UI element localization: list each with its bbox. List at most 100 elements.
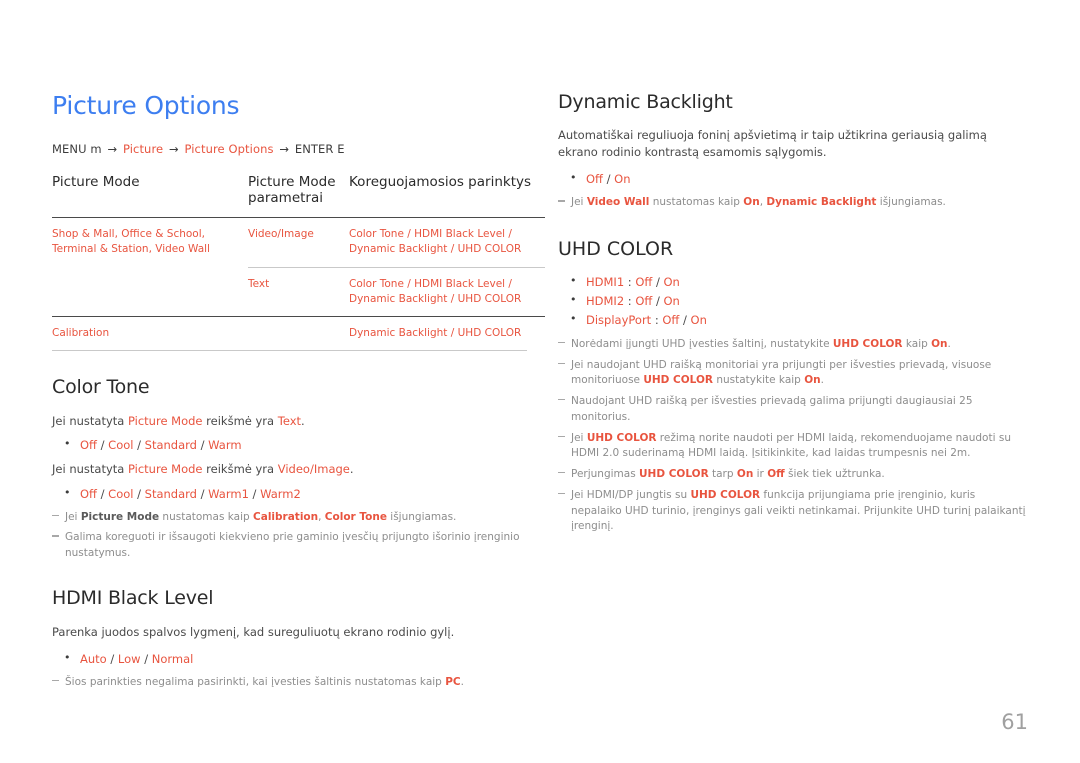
uhd-b3-sep: : [651,312,663,327]
uhd-b2-opt1: Off [635,293,653,308]
uhd-n4-b1: UHD COLOR [586,431,657,444]
uhd-n1-p1: Norėdami įjungti UHD įvesties šaltinį, n… [571,337,833,350]
breadcrumb-arrow-3: → [279,141,290,156]
uhd-b3-opt1: Off [662,312,680,327]
uhd-n1-p3: . [947,337,951,350]
uhd-n2-b2: On [804,374,821,387]
list-item: DisplayPort : Off / On [558,310,1028,330]
breadcrumb-item-picture-options: Picture Options [184,141,274,156]
cell-options-3: Dynamic Backlight / UHD COLOR [349,316,545,351]
uhd-b2-sep: : [624,293,636,308]
section-color-tone: Color Tone Jei nustatyta Picture Mode re… [52,376,527,562]
db-n-p4: išjungiamas. [876,196,946,209]
hdmi-black-level-notes: Šios parinkties negalima pasirinkti, kai… [52,675,527,691]
ct-l1-hl1: Picture Mode [127,414,203,429]
cell-options-1: Color Tone / HDMI Black Level / Dynamic … [349,228,522,256]
uhd-n6-b1: UHD COLOR [690,488,761,501]
table-row: Shop & Mall, Office & School, Terminal &… [52,218,545,267]
hbl-n-p1: Šios parinkties negalima pasirinkti, kai… [65,675,446,688]
uhd-n1-p2: kaip [902,337,932,350]
uhd-color-options: HDMI1 : Off / On HDMI2 : Off / On Displa… [558,272,1028,330]
ct-n1-p1: Jei [65,510,81,523]
ct-l2-pre: Jei nustatyta [52,462,128,477]
page-number: 61 [1001,710,1028,734]
section-uhd-color: UHD COLOR HDMI1 : Off / On HDMI2 : Off /… [558,238,1028,535]
db-n-p1: Jei [571,196,587,209]
dynamic-backlight-options: Off / On [558,169,1028,189]
note-item: Naudojant UHD raišką per išvesties priev… [558,394,1028,426]
uhd-b1-opt2: On [663,274,680,289]
page-title: Picture Options [52,91,240,120]
ct-opt-1: Off [80,438,97,453]
db-opt-1: Off [586,172,603,187]
ct2-opt-3: Standard [144,486,197,501]
table-header-row: Picture Mode Picture Mode parametrai Kor… [52,173,545,219]
uhd-n5-b1: UHD COLOR [639,468,709,481]
table-header-picture-mode-params: Picture Mode parametrai [248,173,349,219]
note-item: Šios parinkties negalima pasirinkti, kai… [52,675,527,691]
ct-opt-3: Standard [144,438,197,453]
ct2-opt-2: Cool [108,486,134,501]
hdmi-black-level-description: Parenka juodos spalvos lygmenį, kad sure… [52,624,455,639]
dynamic-backlight-description: Automatiškai reguliuoja foninį apšvietim… [558,127,987,160]
cell-param-3 [248,316,349,351]
db-opt-2: On [614,172,631,187]
breadcrumb-enter: ENTER E [294,141,345,156]
ct-n1-p3: , [318,510,325,523]
table-body: Shop & Mall, Office & School, Terminal &… [52,218,545,351]
uhd-b1-slash: / [652,274,664,289]
uhd-b2-slash: / [652,293,664,308]
uhd-n1-b1: UHD COLOR [832,337,903,350]
ct-n1-b3: Color Tone [324,510,387,523]
ct-opt-2: Cool [108,438,134,453]
hbl-opt-1: Auto [80,651,107,666]
uhd-b3-label: DisplayPort [586,312,652,327]
note-item: Jei UHD COLOR režimą norite naudoti per … [558,431,1028,463]
ct-l1-hl2: Text [277,414,302,429]
note-item: Jei naudojant UHD raišką monitoriai yra … [558,358,1028,390]
uhd-n5-b2: On [736,468,754,481]
ct-l2-hl1: Picture Mode [127,462,203,477]
picture-mode-table: Picture Mode Picture Mode parametrai Kor… [52,173,545,351]
right-column: Dynamic Backlight Automatiškai reguliuoj… [558,91,1028,561]
section-title-color-tone: Color Tone [52,376,150,399]
ct-l2-post: . [349,462,354,477]
hbl-opt-2: Low [117,651,141,666]
section-title-hdmi-black-level: HDMI Black Level [52,586,214,609]
uhd-b3-slash: / [679,312,691,327]
uhd-n5-b3: Off [767,468,785,481]
uhd-b1-sep: : [624,274,636,289]
cell-param-1: Video/Image [248,228,314,241]
ct-l1-pre: Jei nustatyta [52,414,128,429]
hdmi-black-level-options: Auto / Low / Normal [52,649,527,669]
list-item: Off / Cool / Standard / Warm1 / Warm2 [52,484,527,504]
table-row: Calibration Dynamic Backlight / UHD COLO… [52,316,545,351]
breadcrumb-arrow-2: → [168,141,179,156]
table-row: Text Color Tone / HDMI Black Level / Dyn… [52,266,545,317]
list-item: HDMI2 : Off / On [558,291,1028,311]
hbl-n-b1: PC [445,675,461,688]
color-tone-line-2: Jei nustatyta Picture Mode reikšmė yra V… [52,461,527,478]
color-tone-options-video: Off / Cool / Standard / Warm1 / Warm2 [52,484,527,504]
uhd-n1-b2: On [931,337,948,350]
cell-param-2: Text [248,266,349,317]
db-n-p2: nustatomas kaip [649,196,744,209]
breadcrumb: MENU m → Picture → Picture Options → ENT… [52,142,527,156]
uhd-b1-label: HDMI1 [586,274,625,289]
breadcrumb-menu: MENU m [52,141,102,156]
uhd-n5-p2: tarp [708,468,737,481]
uhd-b2-label: HDMI2 [586,293,625,308]
cell-mode-1: Shop & Mall, Office & School, Terminal &… [52,228,210,256]
ct2-opt-4: Warm1 [208,486,249,501]
ct-l1-post: . [301,414,305,429]
db-n-b2: On [743,196,760,209]
hbl-opt-3: Normal [151,651,194,666]
ct-n1-p2: nustatomas kaip [159,510,254,523]
breadcrumb-arrow-1: → [107,141,118,156]
ct-l1-mid: reikšmė yra [202,414,278,429]
uhd-b1-opt1: Off [635,274,653,289]
uhd-n4-p1: Jei [571,431,587,444]
list-item: HDMI1 : Off / On [558,272,1028,292]
note-item: Jei Video Wall nustatomas kaip On, Dynam… [558,195,1028,211]
section-dynamic-backlight: Dynamic Backlight Automatiškai reguliuoj… [558,91,1028,211]
